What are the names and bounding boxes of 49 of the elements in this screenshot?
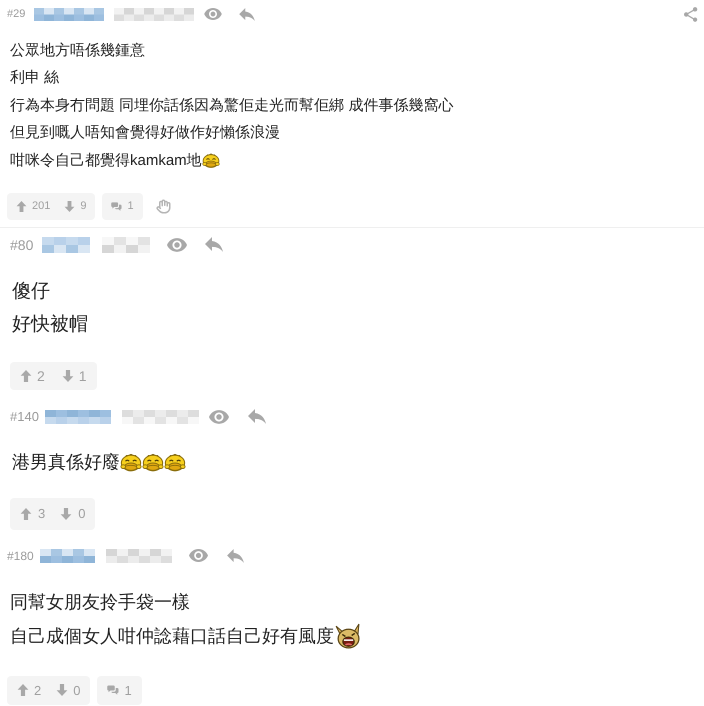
upvote-button[interactable]: 201: [16, 200, 50, 212]
upvote-button[interactable]: 2: [17, 682, 42, 698]
post-text: 公眾地方唔係幾鍾意: [10, 42, 145, 60]
share-icon[interactable]: [684, 6, 698, 22]
downvote-button[interactable]: 9: [64, 200, 86, 212]
post-number: #29: [7, 8, 26, 20]
chat-bubbles-icon: [111, 200, 122, 212]
up-arrow-icon: [17, 684, 29, 696]
post-text: 行為本身冇問題 同埋你話係因為驚佢走光而幫佢綁 成件事係幾窩心: [10, 96, 454, 115]
reply-icon[interactable]: [226, 548, 244, 562]
reply-icon[interactable]: [239, 8, 256, 20]
post-text: 利申 絲: [10, 69, 60, 88]
post-number: #80: [10, 236, 34, 252]
chat-bubbles-icon: [107, 684, 120, 696]
grinning-face-icon: [202, 152, 220, 170]
up-arrow-icon: [16, 200, 27, 212]
post-text: 傻仔: [12, 281, 50, 304]
downvote-button[interactable]: 0: [56, 682, 80, 698]
post-text: 好快被帽: [12, 314, 88, 337]
up-arrow-icon: [20, 508, 32, 520]
reply-icon[interactable]: [248, 409, 266, 424]
upvote-button[interactable]: 2: [20, 368, 45, 384]
downvote-button[interactable]: 1: [62, 368, 87, 384]
eye-icon[interactable]: [167, 238, 188, 252]
down-arrow-icon: [60, 508, 72, 520]
comment-button[interactable]: 1: [111, 200, 134, 212]
post-number: #180: [7, 548, 34, 562]
eye-icon[interactable]: [204, 8, 222, 20]
down-arrow-icon: [64, 200, 76, 212]
downvote-button[interactable]: 0: [60, 506, 86, 521]
comment-button[interactable]: 1: [107, 682, 132, 698]
upvote-button[interactable]: 3: [20, 506, 46, 521]
post-text: 但見到嘅人唔知會覺得好做作好懶係浪漫: [10, 124, 280, 142]
grinning-face-icon: [142, 452, 164, 474]
laughing-dog-icon: [334, 623, 361, 650]
post-number: #140: [10, 409, 39, 424]
hand-icon[interactable]: [156, 198, 171, 214]
up-arrow-icon: [20, 370, 32, 382]
down-arrow-icon: [62, 370, 74, 382]
reply-icon[interactable]: [205, 237, 224, 252]
post-text: 同幫女朋友拎手袋一樣: [10, 592, 190, 614]
grinning-face-icon: [164, 452, 186, 474]
grinning-face-icon: [120, 452, 142, 474]
eye-icon[interactable]: [208, 410, 229, 424]
down-arrow-icon: [56, 684, 68, 696]
post-text: 自己成個女人咁仲諗藉口話自己好有風度: [10, 626, 334, 648]
post-text: 港男真係好廢: [12, 452, 120, 474]
post-text: 咁咪令自己都覺得kamkam地: [10, 152, 202, 170]
eye-icon[interactable]: [188, 549, 208, 562]
